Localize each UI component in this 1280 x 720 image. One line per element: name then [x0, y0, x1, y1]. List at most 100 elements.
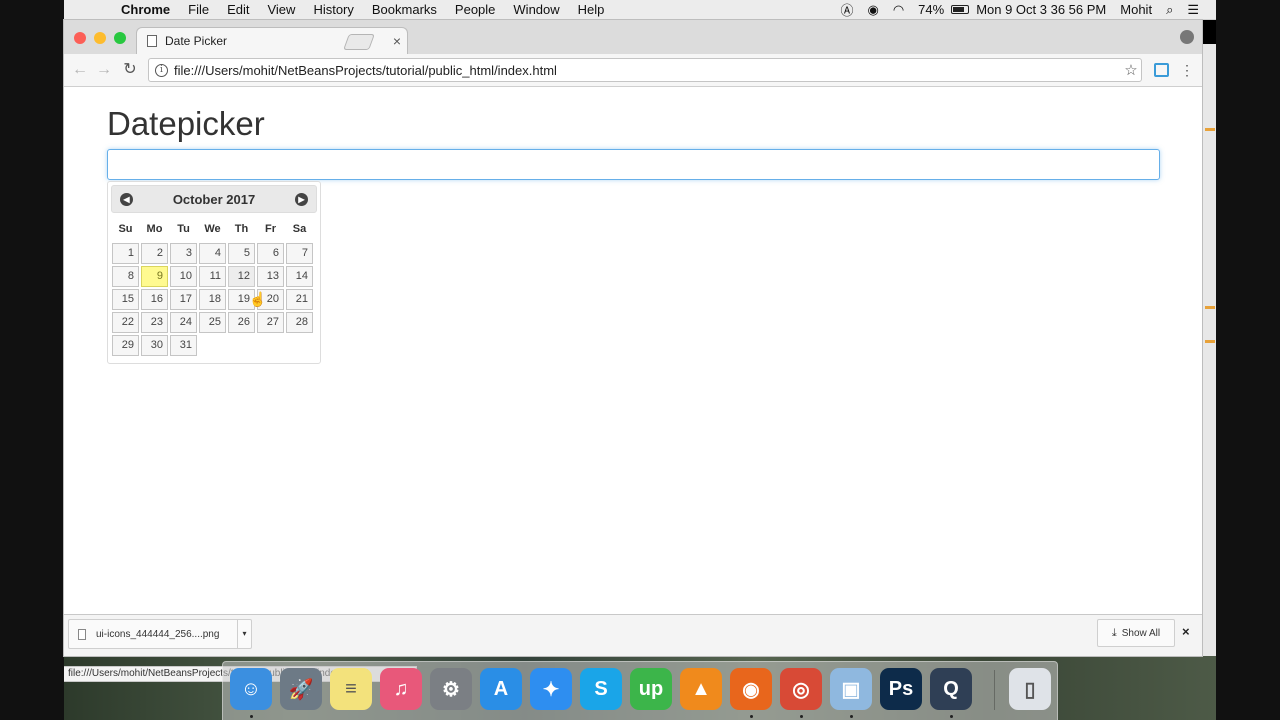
download-item[interactable]: ui-icons_444444_256....png ▾ — [68, 619, 252, 649]
extension-icon[interactable] — [1154, 63, 1169, 77]
menu-file[interactable]: File — [179, 2, 218, 17]
calendar-day-7[interactable]: 7 — [286, 243, 313, 264]
calendar-day-3[interactable]: 3 — [170, 243, 197, 264]
forward-arrow-icon[interactable]: → — [94, 60, 114, 80]
calendar-day-19[interactable]: 19 — [228, 289, 255, 310]
chrome-window: Date Picker × ← → ↻ i file:///Users/mohi… — [64, 20, 1202, 682]
address-bar[interactable]: i file:///Users/mohit/NetBeansProjects/t… — [148, 58, 1142, 82]
system-preferences-icon[interactable]: ⚙ — [430, 668, 472, 710]
minimize-window-button[interactable] — [94, 32, 106, 44]
calendar-day-22[interactable]: 22 — [112, 312, 139, 333]
menu-view[interactable]: View — [258, 2, 304, 17]
calendar-day-31[interactable]: 31 — [170, 335, 197, 356]
firefox-icon[interactable]: ◉ — [730, 668, 772, 710]
show-all-button[interactable]: ⤓ Show All — [1097, 619, 1175, 647]
calendar-day-15[interactable]: 15 — [112, 289, 139, 310]
wifi-icon[interactable]: ◠ — [886, 2, 911, 18]
info-icon[interactable]: i — [155, 63, 168, 77]
finder-icon[interactable]: ☺ — [230, 668, 272, 710]
calendar-day-28[interactable]: 28 — [286, 312, 313, 333]
weekday-header-row: Su Mo Tu We Th Fr Sa — [112, 217, 313, 241]
notification-center-icon[interactable]: ☰ — [1180, 2, 1206, 18]
calendar-day-27[interactable]: 27 — [257, 312, 284, 333]
calendar-day-2[interactable]: 2 — [141, 243, 168, 264]
calendar-cell: 8 — [112, 266, 139, 287]
quicktime-icon[interactable]: Q — [930, 668, 972, 710]
download-shelf: ui-icons_444444_256....png ▾ ⤓ Show All … — [64, 614, 1202, 656]
menubar-user[interactable]: Mohit — [1113, 2, 1159, 17]
calendar-day-21[interactable]: 21 — [286, 289, 313, 310]
calendar-day-11[interactable]: 11 — [199, 266, 226, 287]
record-icon[interactable]: ◉ — [860, 2, 885, 18]
photoshop-icon[interactable]: Ps — [880, 668, 922, 710]
prev-month-icon[interactable]: ◀ — [120, 193, 133, 206]
calendar-day-29[interactable]: 29 — [112, 335, 139, 356]
tab-close-icon[interactable]: × — [387, 33, 407, 49]
battery-icon[interactable] — [951, 5, 970, 14]
menu-help[interactable]: Help — [569, 2, 614, 17]
close-download-shelf-icon[interactable]: × — [1182, 624, 1190, 639]
datepicker-month-label: October 2017 — [172, 191, 256, 207]
calendar-cell: 16 — [141, 289, 168, 310]
next-month-icon[interactable]: ▶ — [295, 193, 308, 206]
vlc-icon[interactable]: ▲ — [680, 668, 722, 710]
launchpad-icon[interactable]: 🚀 — [280, 668, 322, 710]
menubar-clock[interactable]: Mon 9 Oct 3 36 56 PM — [969, 2, 1113, 17]
safari-icon[interactable]: ✦ — [530, 668, 572, 710]
skype-icon[interactable]: S — [580, 668, 622, 710]
reload-icon[interactable]: ↻ — [120, 60, 140, 80]
calendar-day-9[interactable]: 9 — [141, 266, 168, 287]
calendar-day-1[interactable]: 1 — [112, 243, 139, 264]
virtualbox-icon[interactable]: ▣ — [830, 668, 872, 710]
running-indicator-dot — [250, 715, 253, 718]
calendar-cell: 27 — [257, 312, 284, 333]
calendar-day-26[interactable]: 26 — [228, 312, 255, 333]
weekday-label: Sa — [292, 223, 307, 235]
calendar-day-6[interactable]: 6 — [257, 243, 284, 264]
menu-edit[interactable]: Edit — [218, 2, 258, 17]
battery-percent[interactable]: 74% — [911, 2, 951, 17]
calendar-day-10[interactable]: 10 — [170, 266, 197, 287]
menu-history[interactable]: History — [304, 2, 362, 17]
calendar-day-24[interactable]: 24 — [170, 312, 197, 333]
calendar-day-14[interactable]: 14 — [286, 266, 313, 287]
menu-bookmarks[interactable]: Bookmarks — [363, 2, 446, 17]
calendar-day-17[interactable]: 17 — [170, 289, 197, 310]
trash-icon[interactable]: ▯ — [1009, 668, 1051, 710]
calendar-cell: 5 — [228, 243, 255, 264]
bookmark-star-icon[interactable]: ☆ — [1121, 61, 1141, 79]
chrome-icon[interactable]: ◎ — [780, 668, 822, 710]
itunes-icon[interactable]: ♫ — [380, 668, 422, 710]
close-window-button[interactable] — [74, 32, 86, 44]
calendar-day-13[interactable]: 13 — [257, 266, 284, 287]
adobe-icon[interactable]: Ⓐ — [833, 0, 860, 19]
calendar-day-20[interactable]: 20 — [257, 289, 284, 310]
app-store-icon[interactable]: A — [480, 668, 522, 710]
calendar-day-30[interactable]: 30 — [141, 335, 168, 356]
menu-app-chrome[interactable]: Chrome — [112, 2, 179, 17]
back-arrow-icon[interactable]: ← — [70, 60, 90, 80]
calendar-day-25[interactable]: 25 — [199, 312, 226, 333]
chrome-menu-icon[interactable]: ⋮ — [1180, 60, 1194, 80]
download-file-name[interactable]: ui-icons_444444_256....png — [96, 629, 237, 640]
date-input[interactable] — [107, 149, 1160, 180]
calendar-day-16[interactable]: 16 — [141, 289, 168, 310]
profile-icon[interactable] — [1180, 30, 1194, 44]
address-url[interactable]: file:///Users/mohit/NetBeansProjects/tut… — [174, 63, 1121, 78]
calendar-day-23[interactable]: 23 — [141, 312, 168, 333]
menu-window[interactable]: Window — [504, 2, 568, 17]
calendar-cell: 31 — [170, 335, 197, 356]
zoom-window-button[interactable] — [114, 32, 126, 44]
weekday-label: Su — [118, 223, 133, 235]
calendar-day-4[interactable]: 4 — [199, 243, 226, 264]
menu-people[interactable]: People — [446, 2, 504, 17]
calendar-day-12[interactable]: 12 — [228, 266, 255, 287]
notes-icon[interactable]: ≡ — [330, 668, 372, 710]
calendar-cell — [228, 335, 255, 356]
spotlight-search-icon[interactable]: ⌕ — [1159, 2, 1180, 18]
calendar-day-5[interactable]: 5 — [228, 243, 255, 264]
calendar-day-18[interactable]: 18 — [199, 289, 226, 310]
upwork-icon[interactable]: up — [630, 668, 672, 710]
download-menu-caret-icon[interactable]: ▾ — [237, 620, 251, 648]
calendar-day-8[interactable]: 8 — [112, 266, 139, 287]
